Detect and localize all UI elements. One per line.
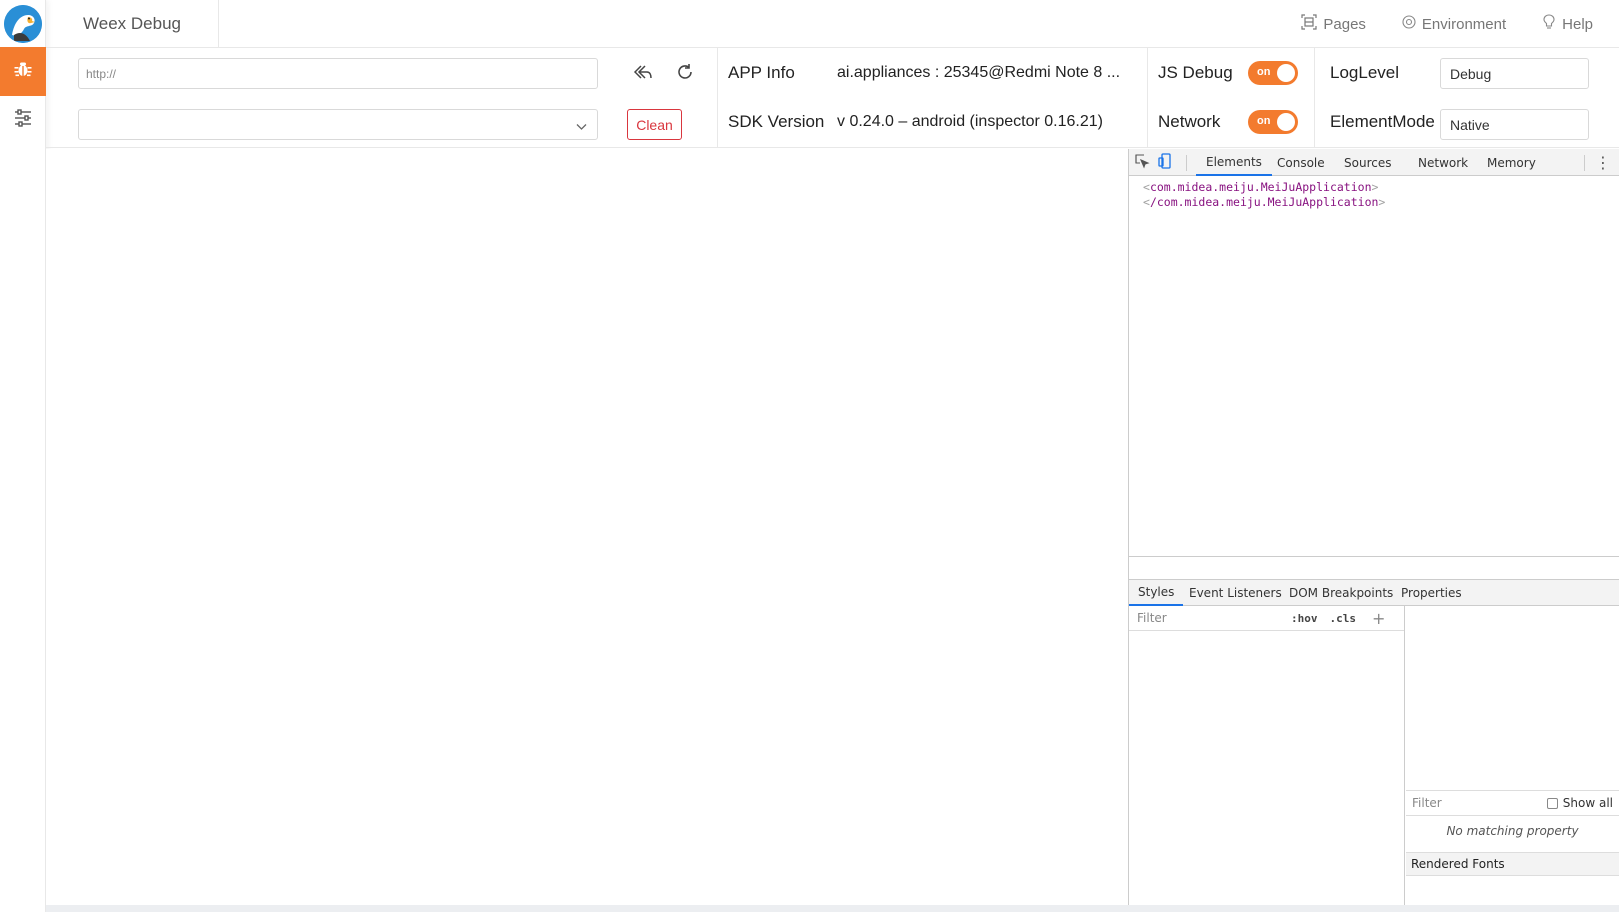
tab-sources[interactable]: Sources [1344, 149, 1391, 176]
show-all-label: Show all [1562, 796, 1613, 810]
pages-icon [1301, 14, 1317, 34]
sdk-version-label: SDK Version [728, 112, 825, 131]
sdk-version-value: v 0.24.0 – android (inspector 0.16.21) [837, 113, 1103, 130]
preview-area [46, 149, 1128, 905]
inspect-element-icon[interactable] [1135, 153, 1150, 172]
menu-help-label: Help [1562, 15, 1593, 33]
js-debug-toggle[interactable]: on [1248, 61, 1298, 85]
computed-filter-input[interactable]: Filter [1412, 796, 1442, 810]
styles-filter-input[interactable]: Filter [1129, 611, 1291, 625]
tab-divider [1186, 155, 1187, 171]
menu-environment-label: Environment [1421, 15, 1507, 33]
app-info-value: ai.appliances : 25345@Redmi Note 8 ... [837, 64, 1121, 81]
js-debug-label: JS Debug [1158, 63, 1233, 82]
tab-dom-breakpoints[interactable]: DOM Breakpoints [1289, 580, 1393, 606]
checkbox-icon [1546, 797, 1558, 809]
weex-logo [0, 0, 46, 47]
add-rule-icon[interactable]: + [1372, 609, 1385, 628]
show-all-checkbox[interactable]: Show all [1546, 796, 1613, 810]
tab-divider [1584, 155, 1585, 171]
cls-toggle[interactable]: .cls [1330, 612, 1357, 625]
menu-environment[interactable]: Environment [1402, 15, 1506, 33]
toggle-knob [1277, 113, 1295, 131]
bug-icon [13, 59, 33, 84]
left-rail [0, 0, 46, 912]
url-input[interactable]: http:// [78, 58, 598, 89]
tab-event-listeners[interactable]: Event Listeners [1189, 580, 1282, 606]
tab-memory[interactable]: Memory [1487, 149, 1536, 176]
computed-filter-row: Filter Show all [1406, 790, 1619, 816]
refresh-icon [676, 63, 694, 86]
environment-icon [1402, 15, 1416, 33]
refresh-button[interactable] [674, 63, 696, 85]
more-options-icon[interactable]: ⋮ [1595, 149, 1611, 176]
rendered-fonts-header[interactable]: Rendered Fonts [1406, 852, 1619, 876]
bottom-scrollbar[interactable] [46, 905, 1619, 912]
network-toggle[interactable]: on [1248, 110, 1298, 134]
styles-tabbar: Styles Event Listeners DOM Breakpoints P… [1129, 579, 1619, 606]
device-toolbar-icon[interactable] [1158, 153, 1172, 172]
toolbar-divider [1147, 48, 1148, 148]
dom-tree: <com.midea.meiju.MeiJuApplication> </com… [1143, 180, 1385, 210]
reply-back-icon [633, 63, 653, 86]
app-info-label: APP Info [728, 63, 795, 82]
hov-toggle[interactable]: :hov [1291, 612, 1318, 625]
dom-node-close[interactable]: </com.midea.meiju.MeiJuApplication> [1143, 195, 1385, 210]
elementmode-select[interactable]: Native [1440, 109, 1589, 140]
tab-properties[interactable]: Properties [1401, 580, 1462, 606]
tab-console[interactable]: Console [1277, 149, 1325, 176]
sliders-icon [13, 108, 33, 133]
styles-pane: Filter :hov .cls + [1129, 606, 1405, 905]
loglevel-select[interactable]: Debug [1440, 58, 1589, 89]
chevron-down-icon [576, 120, 587, 134]
toggle-knob [1277, 64, 1295, 82]
toolbar-divider [1314, 48, 1315, 148]
computed-pane: Filter Show all No matching property Ren… [1406, 606, 1619, 905]
clean-button[interactable]: Clean [627, 109, 682, 140]
elementmode-label: ElementMode [1330, 112, 1435, 131]
tab-network[interactable]: Network [1418, 149, 1468, 176]
pane-divider[interactable] [1129, 556, 1619, 557]
tab-styles[interactable]: Styles [1129, 580, 1184, 606]
menu-pages[interactable]: Pages [1301, 14, 1366, 34]
header-menu: Pages Environment Help [1301, 0, 1593, 48]
network-label: Network [1158, 112, 1221, 131]
rail-item-debug[interactable] [0, 47, 46, 96]
url-input-placeholder: http:// [86, 66, 117, 81]
eagle-logo-icon [4, 4, 42, 43]
top-header: Weex Debug Pages Environment Help [46, 0, 1619, 48]
devtools-tabbar: Elements Console Sources Network Memory … [1129, 149, 1619, 176]
toolbar-divider [717, 48, 718, 148]
menu-pages-label: Pages [1323, 15, 1366, 33]
devtools-panel: Elements Console Sources Network Memory … [1128, 149, 1619, 905]
back-button[interactable] [632, 63, 654, 85]
styles-filter-row: Filter :hov .cls + [1129, 606, 1404, 631]
no-matching-property: No matching property [1446, 824, 1579, 838]
app-title: Weex Debug [46, 0, 219, 48]
loglevel-label: LogLevel [1330, 63, 1400, 82]
js-debug-toggle-text: on [1257, 66, 1271, 78]
rail-item-settings[interactable] [0, 96, 46, 145]
debug-toolbar: http:// Clean APP Info ai.appliances : 2… [46, 48, 1619, 148]
tab-elements[interactable]: Elements [1196, 149, 1272, 176]
menu-help[interactable]: Help [1542, 14, 1593, 34]
help-icon [1542, 14, 1556, 34]
dom-node-open[interactable]: <com.midea.meiju.MeiJuApplication> [1143, 180, 1385, 195]
page-select[interactable] [78, 109, 598, 140]
network-toggle-text: on [1257, 115, 1271, 127]
devtools-tools [1135, 149, 1172, 176]
